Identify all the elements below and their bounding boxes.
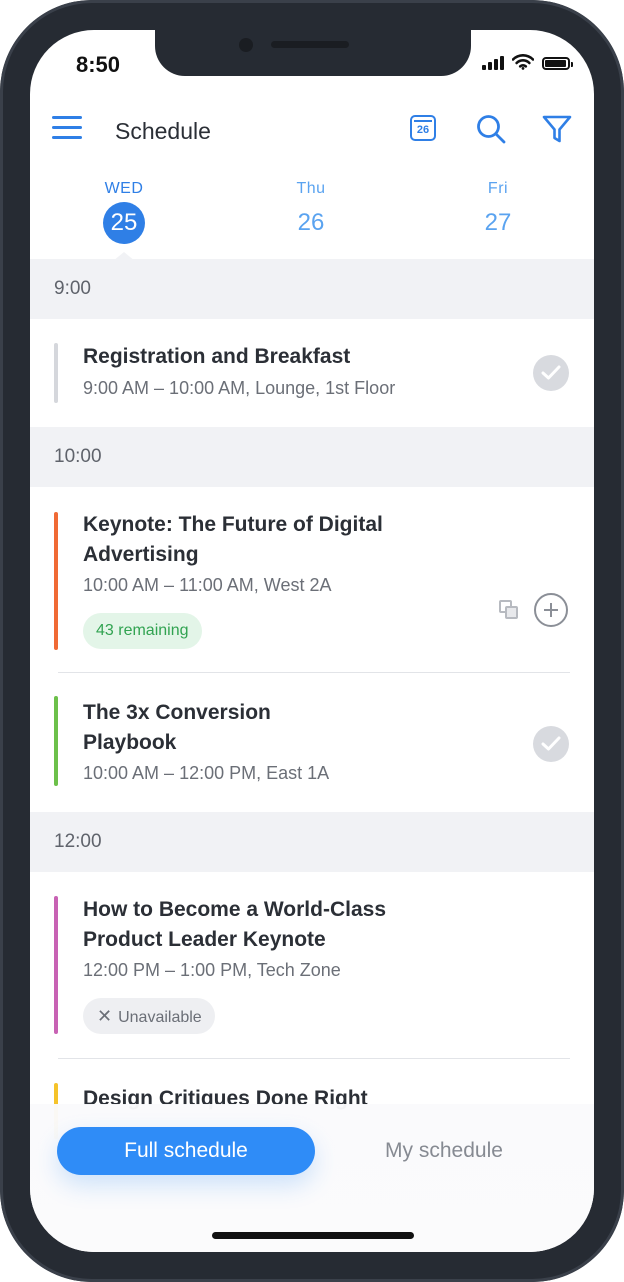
time-section-header: 9:00 (30, 259, 594, 319)
phone-frame: 8:50 Schedule 26 WED 25 Thu 26 Fri 27 9:… (0, 0, 624, 1282)
bottom-tab-bar: Full schedule My schedule (30, 1104, 594, 1252)
status-time: 8:50 (76, 52, 121, 77)
cellular-signal-icon (482, 56, 504, 70)
checkmark-icon (541, 365, 561, 380)
added-check-button[interactable] (533, 355, 569, 391)
event-details: 10:00 AM – 12:00 PM, East 1A (83, 763, 330, 783)
front-camera (239, 38, 253, 52)
status-icons (482, 54, 573, 70)
home-indicator[interactable] (212, 1232, 414, 1239)
screen: 8:50 Schedule 26 WED 25 Thu 26 Fri 27 9:… (30, 30, 594, 1252)
event-title-line-2: Product Leader Keynote (83, 928, 326, 951)
day-number: 26 (297, 209, 325, 236)
event-title-line-2: Playbook (83, 731, 177, 754)
event-title-line-2: Advertising (83, 543, 199, 566)
unavailable-badge: ✕ Unavailable (83, 998, 215, 1034)
time-section-header: 10:00 (30, 427, 594, 487)
time-section-header: 12:00 (30, 812, 594, 872)
event-keynote-digital-advertising[interactable]: Keynote: The Future of Digital Advertisi… (30, 487, 594, 673)
event-color-bar (54, 343, 58, 403)
day-number: 25 (103, 202, 145, 244)
event-details: 12:00 PM – 1:00 PM, Tech Zone (83, 960, 341, 980)
event-color-bar (54, 896, 58, 1034)
full-schedule-tab[interactable]: Full schedule (57, 1127, 315, 1175)
day-tab-wed[interactable]: WED 25 (84, 178, 164, 244)
add-to-schedule-button[interactable] (534, 593, 568, 627)
seats-remaining-badge: 43 remaining (83, 613, 202, 649)
day-tab-thu[interactable]: Thu 26 (271, 178, 351, 243)
event-world-class-product-leader[interactable]: How to Become a World-Class Product Lead… (30, 872, 594, 1058)
event-title-line-1: How to Become a World-Class (83, 898, 387, 921)
unavailable-label: Unavailable (118, 1009, 202, 1026)
event-registration-breakfast[interactable]: Registration and Breakfast 9:00 AM – 10:… (30, 319, 594, 427)
event-color-bar (54, 512, 58, 650)
event-title: Registration and Breakfast (83, 345, 351, 368)
battery-icon (542, 57, 573, 70)
close-icon: ✕ (97, 1006, 113, 1026)
day-selector: WED 25 Thu 26 Fri 27 (30, 178, 594, 260)
event-details: 9:00 AM – 10:00 AM, Lounge, 1st Floor (83, 378, 396, 398)
day-name: Thu (296, 180, 326, 197)
calendar-icon[interactable]: 26 (410, 115, 436, 141)
overlap-conflict-icon (499, 600, 521, 622)
day-number: 27 (484, 209, 512, 236)
wifi-icon (512, 54, 534, 70)
event-title-line-1: The 3x Conversion (83, 701, 271, 724)
hamburger-menu-icon[interactable] (52, 116, 82, 140)
checkmark-icon (541, 736, 561, 751)
day-tab-fri[interactable]: Fri 27 (458, 178, 538, 243)
speaker-grille (271, 41, 349, 48)
search-icon[interactable] (474, 112, 508, 146)
event-title-line-1: Keynote: The Future of Digital (83, 513, 383, 536)
event-color-bar (54, 696, 58, 786)
page-title: Schedule (115, 118, 211, 144)
notch (155, 30, 471, 76)
my-schedule-tab[interactable]: My schedule (330, 1127, 558, 1175)
event-details: 10:00 AM – 11:00 AM, West 2A (83, 575, 332, 595)
event-3x-conversion-playbook[interactable]: The 3x Conversion Playbook 10:00 AM – 12… (30, 673, 594, 812)
added-check-button[interactable] (533, 726, 569, 762)
day-name: WED (104, 180, 144, 197)
app-bar: Schedule 26 (30, 106, 594, 156)
day-name: Fri (487, 180, 509, 197)
filter-icon[interactable] (540, 112, 574, 146)
